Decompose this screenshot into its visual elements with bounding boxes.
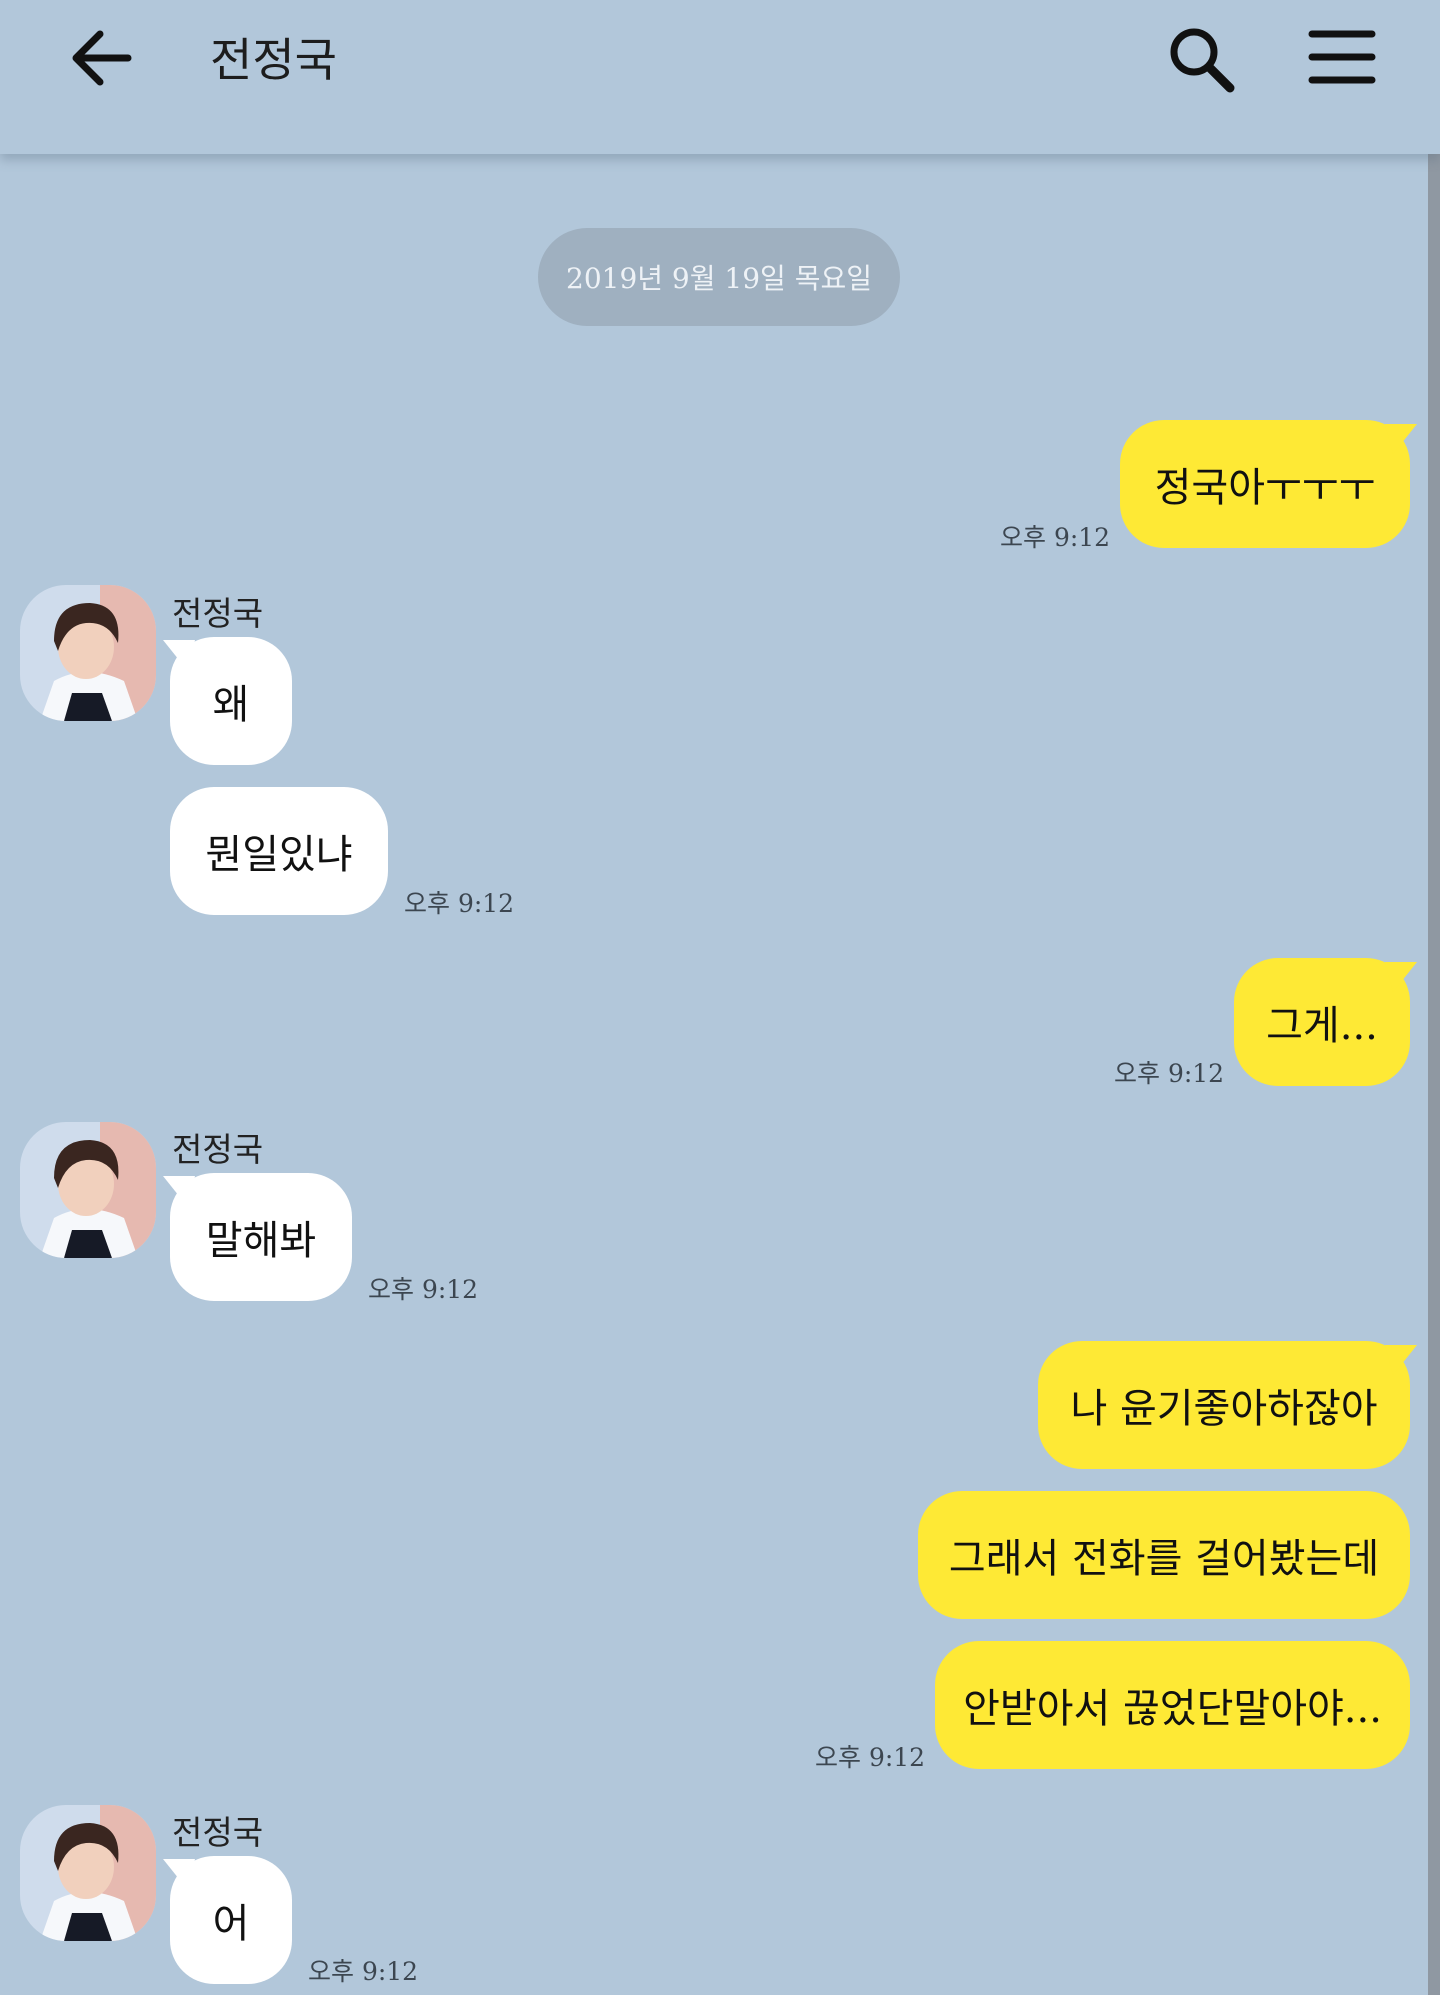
their-message-bubble[interactable]: 뭔일있냐: [170, 787, 388, 915]
message-time: 오후 9:12: [815, 1743, 926, 1772]
my-bubble-tail: [1385, 1345, 1417, 1375]
message-text: 말해봐: [205, 1218, 317, 1264]
avatar[interactable]: [20, 1805, 156, 1941]
my-message-bubble[interactable]: 그게...: [1234, 958, 1410, 1086]
their-message-bubble[interactable]: 어: [170, 1856, 292, 1984]
menu-icon[interactable]: [1308, 26, 1376, 88]
message-text: 뭔일있냐: [205, 832, 353, 878]
my-message-bubble[interactable]: 안받아서 끊었단말아야...: [935, 1641, 1410, 1769]
sender-name: 전정국: [172, 1130, 264, 1169]
message-time: 오후 9:12: [1114, 1059, 1225, 1088]
message-time: 오후 9:12: [368, 1275, 479, 1304]
message-text: 어: [212, 1901, 250, 1947]
back-arrow-icon[interactable]: [66, 26, 138, 90]
my-message-bubble[interactable]: 그래서 전화를 걸어봤는데: [918, 1491, 1410, 1619]
scrollbar[interactable]: [1428, 154, 1440, 1995]
date-divider: 2019년 9월 19일 목요일: [538, 228, 900, 326]
my-message-bubble[interactable]: 정국아ㅜㅜㅜ: [1120, 420, 1410, 548]
message-time: 오후 9:12: [308, 1957, 419, 1986]
avatar[interactable]: [20, 1122, 156, 1258]
my-message-bubble[interactable]: 나 윤기좋아하잖아: [1038, 1341, 1410, 1469]
chat-header: 전정국: [0, 0, 1440, 154]
sender-name: 전정국: [172, 1813, 264, 1852]
their-message-bubble[interactable]: 왜: [170, 637, 292, 765]
message-time: 오후 9:12: [1000, 523, 1111, 552]
avatar[interactable]: [20, 585, 156, 721]
message-time: 오후 9:12: [404, 889, 515, 918]
my-bubble-tail: [1385, 962, 1417, 992]
chat-title: 전정국: [210, 33, 337, 87]
message-text: 안받아서 끊었단말아야...: [963, 1686, 1382, 1732]
message-text: 정국아ㅜㅜㅜ: [1154, 465, 1376, 511]
their-message-bubble[interactable]: 말해봐: [170, 1173, 352, 1301]
my-bubble-tail: [1385, 424, 1417, 454]
search-icon[interactable]: [1164, 24, 1242, 96]
message-text: 나 윤기좋아하잖아: [1070, 1386, 1378, 1432]
message-text: 왜: [212, 682, 250, 728]
sender-name: 전정국: [172, 594, 264, 633]
message-text: 그게...: [1266, 1003, 1378, 1049]
message-text: 그래서 전화를 걸어봤는데: [948, 1536, 1380, 1582]
